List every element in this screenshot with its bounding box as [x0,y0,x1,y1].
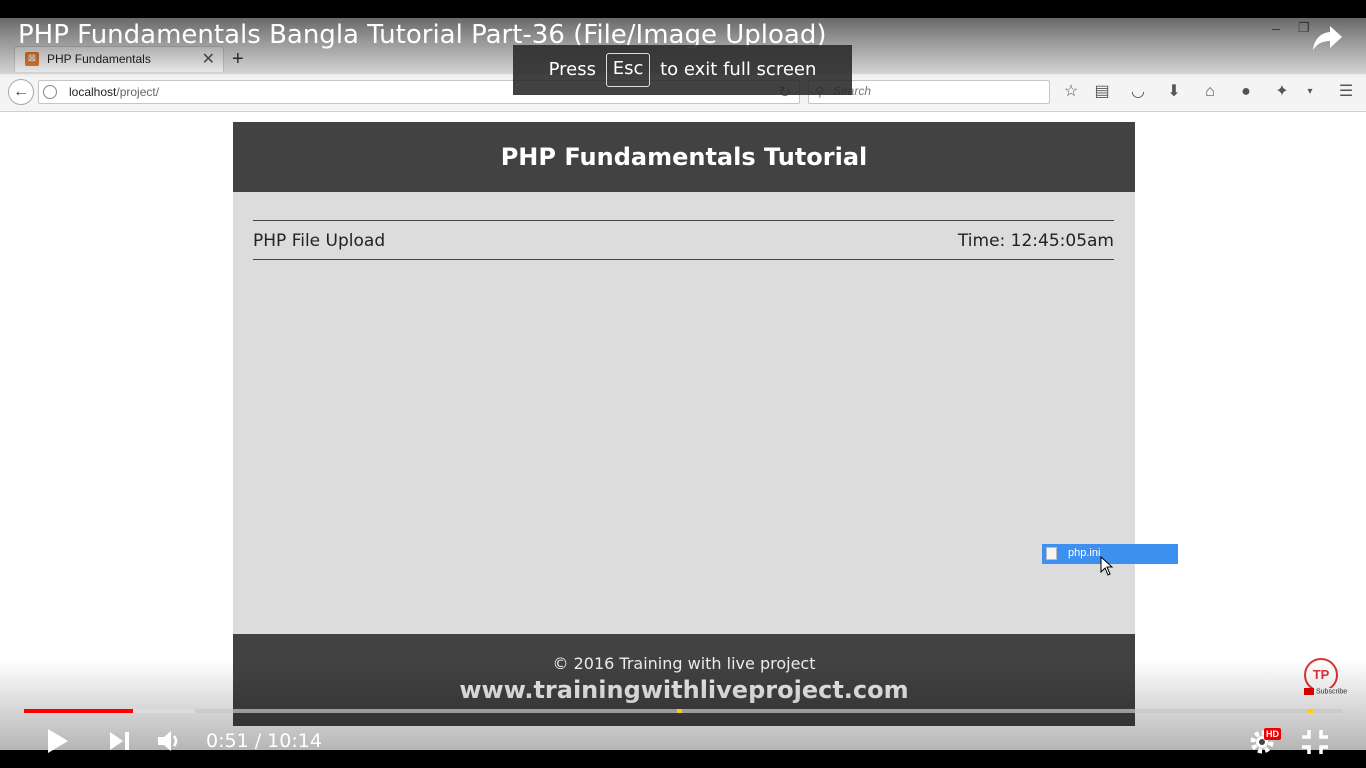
dragged-file-name: php.ini [1068,547,1101,559]
back-button[interactable]: ← [8,79,34,105]
pocket-icon[interactable]: ◡ [1128,82,1148,102]
content-title-bar: PHP File Upload Time: 12:45:05am [253,220,1114,260]
youtube-icon [1304,688,1314,695]
close-tab-icon[interactable]: ✕ [202,49,215,69]
restore-icon: ❐ [1298,20,1310,35]
website-page: PHP Fundamentals Tutorial PHP File Uploa… [233,122,1135,726]
download-icon[interactable]: ⬇ [1164,82,1184,102]
footer-copyright: © 2016 Training with live project [552,654,816,673]
hd-badge: HD [1264,728,1281,740]
esc-suffix: to exit full screen [660,59,817,80]
channel-logo[interactable]: TP [1304,658,1338,692]
video-frame[interactable]: ⊠ PHP Fundamentals ✕ + ← localhost/proje… [0,18,1366,750]
fullscreen-exit-banner: Press Esc to exit full screen [513,45,852,95]
play-icon[interactable] [46,728,70,754]
time-current: 0:51 [206,730,249,752]
minimize-icon: – [1272,20,1280,36]
time-label: Time: 12:45:05am [957,231,1114,251]
volume-icon[interactable] [156,728,184,754]
chat-icon[interactable]: ● [1236,82,1256,102]
site-info-icon[interactable] [43,85,57,99]
xampp-favicon-icon: ⊠ [25,52,39,66]
extension-dropdown-icon[interactable]: ▾ [1300,82,1320,102]
new-tab-button[interactable]: + [232,48,244,71]
url-host: localhost [69,85,117,99]
menu-icon[interactable]: ☰ [1336,82,1356,102]
url-path: /project/ [116,85,160,99]
chapter-marker[interactable] [1308,709,1313,713]
chapter-marker[interactable] [677,709,682,713]
section-title: PHP File Upload [253,231,386,251]
reading-list-icon[interactable]: ▤ [1092,82,1112,102]
subscribe-button[interactable]: Subscribe [1302,688,1350,696]
site-header: PHP Fundamentals Tutorial [233,122,1135,192]
seek-bar[interactable] [24,709,1342,713]
player-controls: 0:51 / 10:14 HD [0,718,1366,768]
footer-website: www.trainingwithliveproject.com [459,676,909,704]
mouse-cursor-icon [1100,556,1114,576]
time-total: 10:14 [267,730,322,752]
time-separator: / [248,730,268,752]
home-icon[interactable]: ⌂ [1200,82,1220,102]
next-icon[interactable] [108,730,132,752]
esc-key: Esc [605,53,651,87]
esc-prefix: Press [548,59,596,80]
subscribe-label: Subscribe [1316,688,1348,696]
share-icon[interactable] [1310,20,1344,54]
address-url: localhost/project/ [69,85,159,99]
time-display: 0:51 / 10:14 [206,730,322,752]
search-input[interactable] [833,84,1033,98]
extension-icon[interactable]: ✦ [1272,82,1292,102]
bookmark-star-icon[interactable]: ☆ [1061,82,1081,102]
played-bar [24,709,134,713]
browser-tab-title: PHP Fundamentals [47,52,151,66]
exit-fullscreen-icon[interactable] [1300,728,1330,756]
file-icon [1046,547,1057,560]
